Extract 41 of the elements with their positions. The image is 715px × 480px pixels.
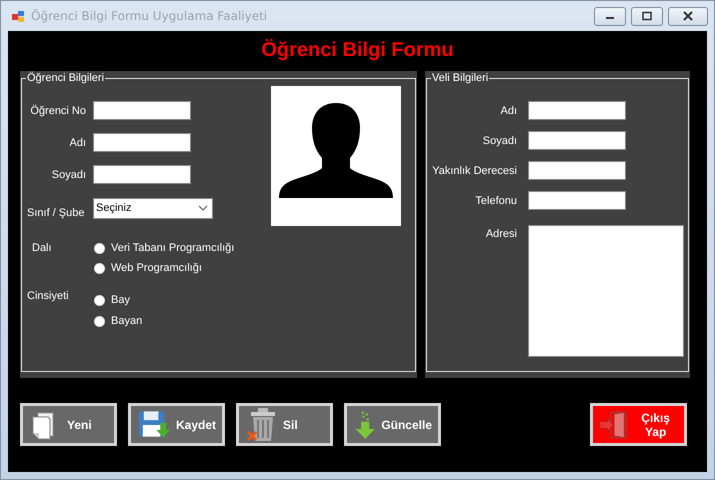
close-button[interactable] [668, 6, 708, 26]
field-label: Adı [499, 104, 517, 116]
field-label: Öğrenci No [29, 104, 86, 116]
minimize-button[interactable] [594, 6, 626, 26]
text-field[interactable] [528, 161, 626, 180]
address-field[interactable] [528, 225, 684, 357]
field-label: Yakınlık Derecesi [431, 164, 517, 176]
field-label: Telefonu [474, 194, 517, 206]
field-label: Adresi [484, 227, 517, 240]
radio-option[interactable]: Veri Tabanı Programcılığı [94, 242, 234, 254]
radio-option[interactable]: Bayan [94, 315, 142, 327]
action-button[interactable]: Sil [236, 403, 333, 446]
avatar-silhouette-icon [278, 102, 394, 198]
maximize-button[interactable] [631, 6, 663, 26]
group-title: Veli Bilgileri [431, 72, 490, 84]
radio-option[interactable]: Bay [94, 294, 142, 306]
form-heading: Öğrenci Bilgi Formu [260, 38, 455, 63]
field-label: Cinsiyeti [26, 290, 70, 304]
text-field[interactable] [93, 101, 191, 120]
action-button[interactable]: Kaydet [128, 403, 225, 446]
window-title: Öğrenci Bilgi Formu Uygulama Faaliyeti [31, 9, 268, 23]
app-icon [11, 9, 25, 23]
action-button[interactable]: Yeni [20, 403, 117, 446]
radio-option[interactable]: Web Programcılığı [94, 262, 234, 274]
field-label: Sınıf / Şube [26, 206, 86, 219]
close-icon [683, 11, 693, 21]
maximize-icon [642, 11, 652, 21]
class-dropdown[interactable]: Seçiniz [93, 198, 213, 218]
action-button[interactable]: Güncelle [344, 403, 441, 446]
text-field[interactable] [528, 191, 626, 210]
group-title: Öğrenci Bilgileri [26, 72, 106, 84]
action-button[interactable]: Çıkış Yap [590, 403, 687, 446]
text-field[interactable] [528, 131, 626, 150]
text-field[interactable] [93, 133, 191, 152]
field-label: Soyadı [50, 168, 86, 180]
text-field[interactable] [528, 101, 626, 120]
field-label: Soyadı [482, 134, 517, 146]
field-label: Adı [68, 136, 86, 148]
text-field[interactable] [93, 165, 191, 184]
field-label: Dalı [31, 242, 53, 256]
chevron-down-icon [198, 205, 208, 211]
